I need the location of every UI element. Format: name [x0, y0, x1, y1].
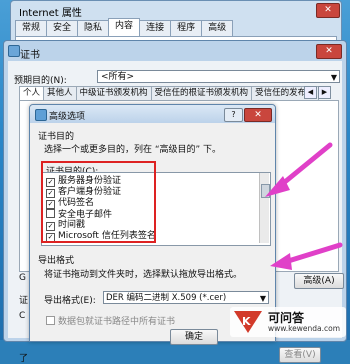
- watermark: K 可问答 www.kewenda.com: [230, 307, 346, 337]
- arrow-to-scrollbar-icon: [265, 142, 333, 197]
- annotation-arrows: [265, 142, 343, 270]
- watermark-url: www.kewenda.com: [268, 324, 341, 333]
- view-button[interactable]: 查看(V): [279, 347, 321, 363]
- arrow-to-format-select-icon: [270, 242, 343, 270]
- svg-text:K: K: [242, 315, 251, 328]
- partial-label: 了: [19, 354, 29, 364]
